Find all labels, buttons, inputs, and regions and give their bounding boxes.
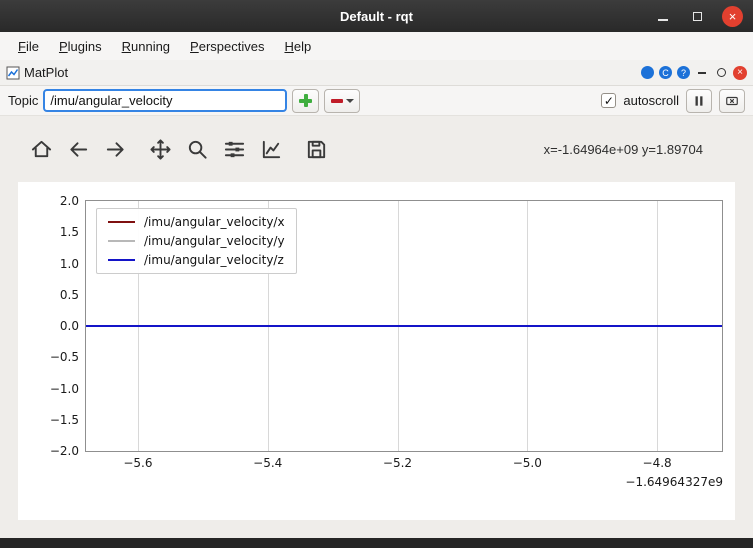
window-title: Default - rqt: [0, 9, 753, 24]
pause-button[interactable]: [686, 89, 712, 113]
y-tick-label: −1.5: [50, 413, 79, 427]
topic-row: Topic autoscroll: [0, 86, 753, 116]
home-button[interactable]: [30, 138, 53, 161]
legend-item: /imu/angular_velocity/y: [108, 234, 285, 248]
customize-button[interactable]: [260, 138, 283, 161]
y-tick-label: 0.5: [60, 288, 79, 302]
y-tick-label: −1.0: [50, 382, 79, 396]
topic-row-right: autoscroll: [601, 89, 753, 113]
series-line-z: [86, 325, 722, 327]
window-controls: [654, 6, 753, 27]
configure-button[interactable]: [659, 66, 672, 79]
legend-label: /imu/angular_velocity/y: [144, 234, 285, 248]
x-tick-label: −4.8: [643, 456, 672, 470]
cursor-coordinates: x=-1.64964e+09 y=1.89704: [544, 142, 703, 157]
save-button[interactable]: [305, 138, 328, 161]
legend-swatch: [108, 221, 135, 223]
sliders-icon: [223, 138, 246, 161]
autoscroll-label: autoscroll: [623, 93, 679, 108]
add-topic-button[interactable]: [292, 89, 319, 113]
y-tick-label: 2.0: [60, 194, 79, 208]
y-tick-label: −0.5: [50, 350, 79, 364]
mpl-toolbar-row: x=-1.64964e+09 y=1.89704: [0, 116, 753, 182]
y-tick-label: 0.0: [60, 319, 79, 333]
maximize-icon: [693, 12, 702, 21]
maximize-button[interactable]: [688, 6, 706, 26]
plot-axes[interactable]: /imu/angular_velocity/x/imu/angular_velo…: [85, 200, 723, 452]
x-tick-label: −5.6: [123, 456, 152, 470]
close-button[interactable]: [722, 6, 743, 27]
y-tick-label: 1.5: [60, 225, 79, 239]
legend-swatch: [108, 240, 135, 242]
chart-line-icon: [260, 138, 283, 161]
menubar: FilePluginsRunningPerspectivesHelp: [0, 32, 753, 60]
figure-canvas[interactable]: /imu/angular_velocity/x/imu/angular_velo…: [18, 182, 735, 520]
x-axis-offset-label: −1.64964327e9: [625, 475, 723, 489]
plugin-bar-buttons: [636, 66, 747, 80]
legend-item: /imu/angular_velocity/x: [108, 215, 285, 229]
mpl-toolbar: [30, 138, 328, 161]
float-plugin-button[interactable]: [714, 66, 728, 80]
y-tick-label: 1.0: [60, 257, 79, 271]
legend-item: /imu/angular_velocity/z: [108, 253, 285, 267]
menu-item-plugins[interactable]: Plugins: [49, 34, 112, 59]
settings-button[interactable]: [641, 66, 654, 79]
x-tick-label: −5.0: [513, 456, 542, 470]
zoom-button[interactable]: [186, 138, 209, 161]
x-tick-label: −5.4: [253, 456, 282, 470]
taskbar-strip: [0, 538, 753, 548]
floppy-icon: [305, 138, 328, 161]
titlebar[interactable]: Default - rqt: [0, 0, 753, 32]
topic-label: Topic: [8, 93, 38, 108]
legend-label: /imu/angular_velocity/z: [144, 253, 284, 267]
arrow-right-icon: [104, 138, 127, 161]
rqt-window: Default - rqt FilePluginsRunningPerspect…: [0, 0, 753, 548]
plus-icon: [299, 94, 312, 107]
pan-button[interactable]: [149, 138, 172, 161]
matplot-plugin-bar: MatPlot: [0, 60, 753, 86]
home-icon: [30, 138, 53, 161]
menu-item-perspectives[interactable]: Perspectives: [180, 34, 274, 59]
figure-margin: [0, 520, 753, 538]
back-button[interactable]: [67, 138, 90, 161]
legend-swatch: [108, 259, 135, 261]
menu-item-file[interactable]: File: [8, 34, 49, 59]
help-button[interactable]: [677, 66, 690, 79]
forward-button[interactable]: [104, 138, 127, 161]
chevron-down-icon: [346, 99, 354, 103]
magnifier-icon: [186, 138, 209, 161]
x-tick-label: −5.2: [383, 456, 412, 470]
float-plugin-icon: [717, 68, 726, 77]
minus-icon: [331, 99, 343, 103]
close-plugin-button[interactable]: [733, 66, 747, 80]
matplot-plugin-icon: [6, 66, 20, 80]
clear-button[interactable]: [719, 89, 745, 113]
minimize-plugin-button[interactable]: [695, 66, 709, 80]
minimize-icon: [658, 19, 668, 21]
autoscroll-checkbox[interactable]: [601, 93, 616, 108]
legend-label: /imu/angular_velocity/x: [144, 215, 285, 229]
move-icon: [149, 138, 172, 161]
y-tick-label: −2.0: [50, 444, 79, 458]
subplots-button[interactable]: [223, 138, 246, 161]
pause-icon: [692, 94, 706, 108]
menu-item-help[interactable]: Help: [274, 34, 321, 59]
menu-item-running[interactable]: Running: [112, 34, 180, 59]
remove-topic-button[interactable]: [324, 89, 360, 113]
arrow-left-icon: [67, 138, 90, 161]
minimize-button[interactable]: [654, 6, 672, 26]
plugin-title: MatPlot: [24, 65, 68, 80]
clear-icon: [724, 94, 740, 108]
legend: /imu/angular_velocity/x/imu/angular_velo…: [96, 208, 297, 274]
topic-input[interactable]: [43, 89, 287, 112]
minimize-plugin-icon: [698, 72, 706, 74]
